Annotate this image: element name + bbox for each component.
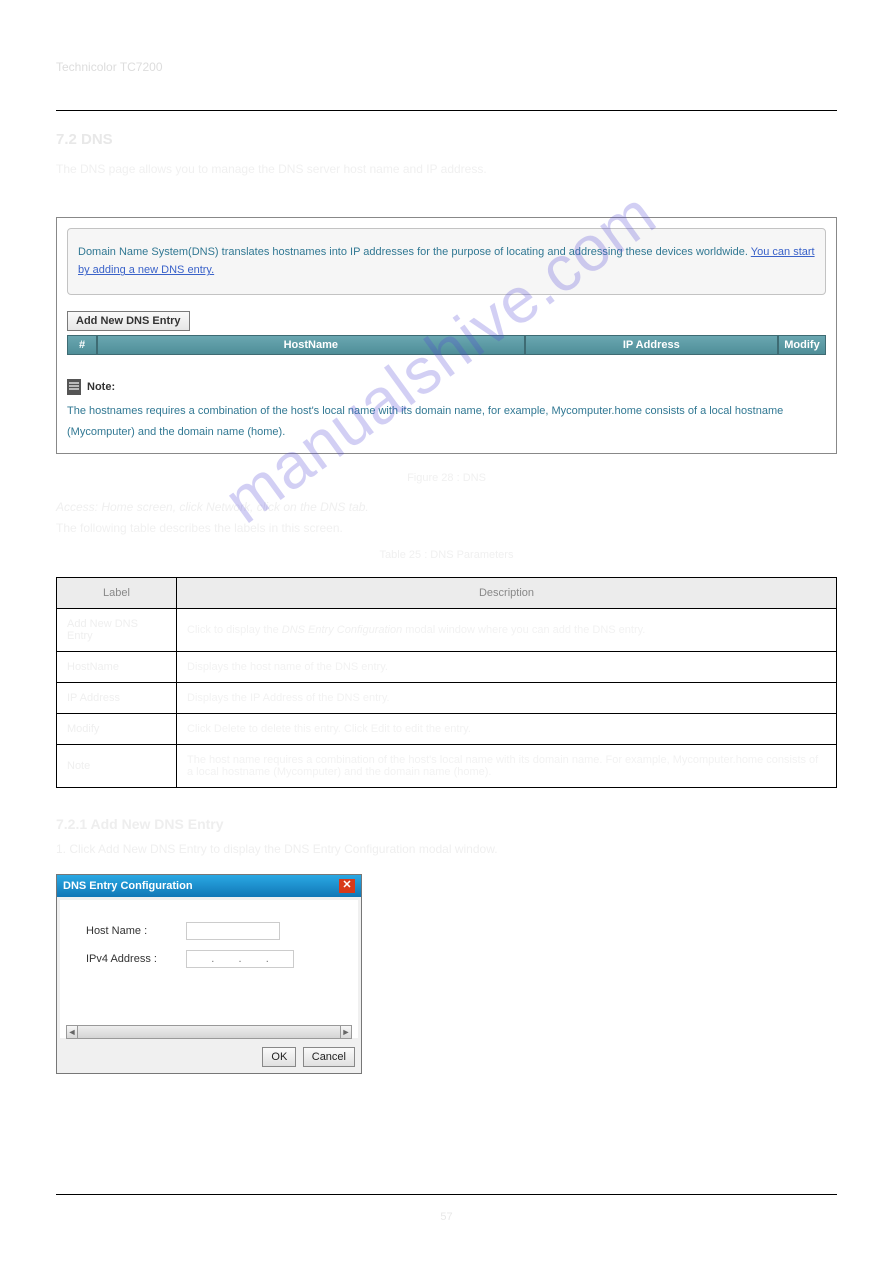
close-icon[interactable]: ✕ [339,879,355,893]
ok-button[interactable]: OK [262,1047,296,1067]
dns-parameters-table: Label Description Add New DNS Entry Clic… [56,577,837,788]
note-icon [67,379,81,395]
col-modify: Modify [778,335,826,355]
host-name-input[interactable] [186,922,280,940]
params-heading-text: The following table describes the labels… [56,520,837,537]
table-caption: Table 25 : DNS Parameters [56,549,837,561]
access-instruction: Access: Home screen, click Network, clic… [56,500,837,514]
param-head-label: Label [57,577,177,608]
model-label: Technicolor TC7200 [56,60,837,74]
note-text: The hostnames requires a combination of … [67,401,826,443]
table-row: HostName Displays the host name of the D… [57,651,837,682]
host-name-label: Host Name : [86,925,186,937]
section-title: 7.2 DNS [56,131,837,148]
col-hostname: HostName [97,335,525,355]
col-number: # [67,335,97,355]
section-intro: The DNS page allows you to manage the DN… [56,158,837,181]
dialog-title-text: DNS Entry Configuration [63,880,339,892]
table-row: Note The host name requires a combinatio… [57,744,837,787]
table-row: IP Address Displays the IP Address of th… [57,682,837,713]
bottom-rule [56,1194,837,1195]
cancel-button[interactable]: Cancel [303,1047,355,1067]
scroll-right-icon[interactable]: ► [340,1025,352,1039]
param-head-desc: Description [177,577,837,608]
note-label: Note: [87,381,115,393]
step-1: 1. Click Add New DNS Entry to display th… [56,842,837,856]
ipv4-address-label: IPv4 Address : [86,953,186,965]
dns-description-box: Domain Name System(DNS) translates hostn… [67,228,826,295]
scroll-track[interactable] [77,1025,341,1039]
dns-description-text: Domain Name System(DNS) translates hostn… [78,246,751,258]
dns-table-header: # HostName IP Address Modify [67,335,826,355]
table-row: Modify Click Delete to delete this entry… [57,713,837,744]
subsection-title: 7.2.1 Add New DNS Entry [56,816,837,832]
col-ip-address: IP Address [525,335,778,355]
top-rule [56,110,837,111]
add-new-dns-entry-button[interactable]: Add New DNS Entry [67,311,190,331]
horizontal-scrollbar[interactable]: ◄ ► [66,1024,352,1040]
dialog-titlebar: DNS Entry Configuration ✕ [57,875,361,897]
dns-entry-dialog: DNS Entry Configuration ✕ Host Name : IP… [56,874,362,1074]
dns-screenshot-panel: Domain Name System(DNS) translates hostn… [56,217,837,454]
ipv4-address-input[interactable]: ... [186,950,294,968]
page-number: 57 [0,1211,893,1223]
table-row: Add New DNS Entry Click to display the D… [57,608,837,651]
figure-caption-1: Figure 28 : DNS [56,472,837,484]
